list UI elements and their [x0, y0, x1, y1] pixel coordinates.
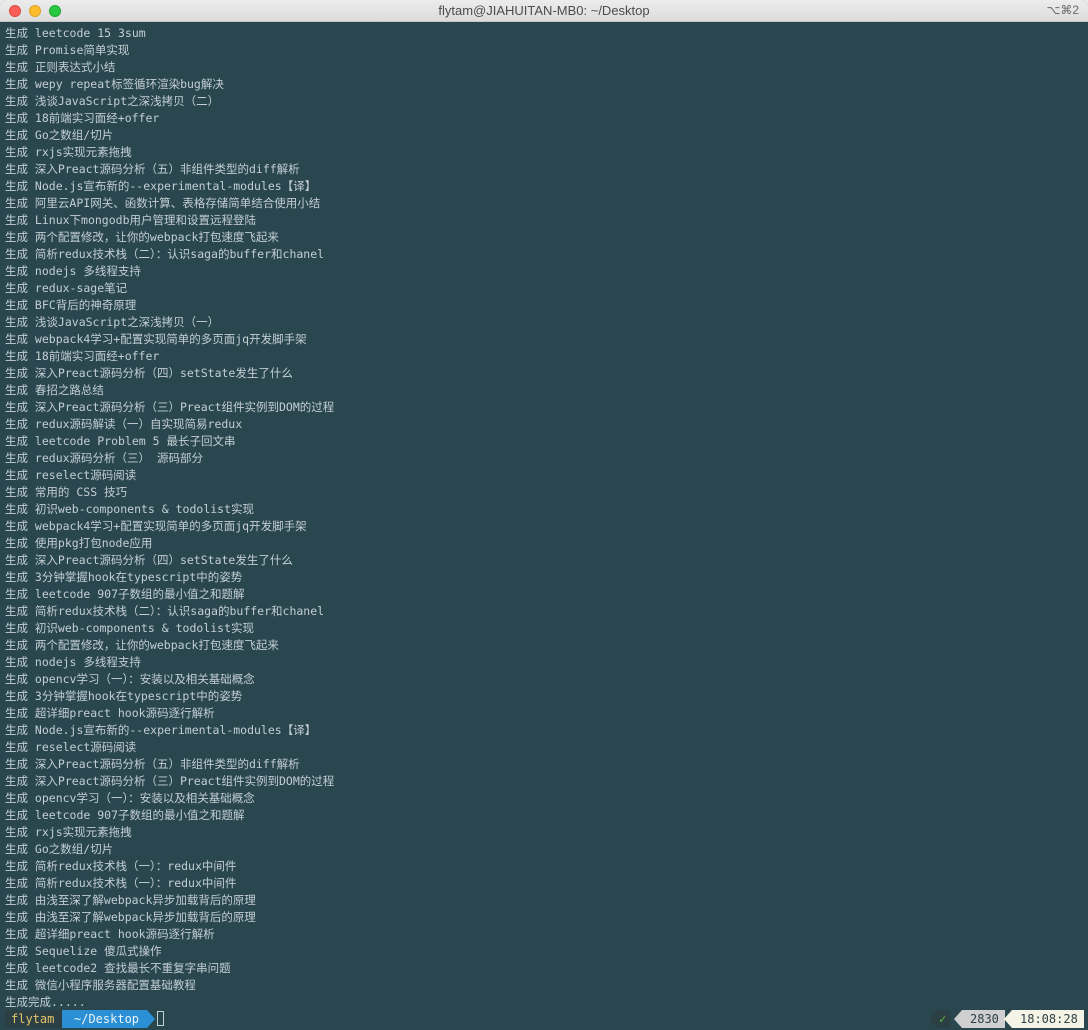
terminal-line: 生成 简析redux技术栈（一）：redux中间件: [5, 876, 237, 890]
terminal-line: 生成 opencv学习（一）：安装以及相关基础概念: [5, 791, 255, 805]
terminal-line: 生成 BFC背后的神奇原理: [5, 298, 137, 312]
terminal-line: 生成 Node.js宣布新的--experimental-modules【译】: [5, 723, 317, 737]
terminal-line: 生成 阿里云API网关、函数计算、表格存储简单结合使用小结: [5, 196, 321, 210]
terminal-line: 生成 rxjs实现元素拖拽: [5, 825, 132, 839]
history-count-segment: 2830: [954, 1010, 1005, 1028]
terminal-line: 生成 初识web-components & todolist实现: [5, 502, 255, 516]
terminal-line: 生成 Linux下mongodb用户管理和设置远程登陆: [5, 213, 257, 227]
terminal-line: 生成 3分钟掌握hook在typescript中的姿势: [5, 570, 243, 584]
terminal-line: 生成 简析redux技术栈（一）：redux中间件: [5, 859, 237, 873]
terminal-line: 生成 18前端实习面经+offer: [5, 111, 160, 125]
terminal-line: 生成 opencv学习（一）：安装以及相关基础概念: [5, 672, 255, 686]
terminal-line: 生成 深入Preact源码分析（三）Preact组件实例到DOM的过程: [5, 774, 335, 788]
window-shortcut: ⌥⌘2: [1046, 3, 1079, 17]
terminal-line: 生成 webpack4学习+配置实现简单的多页面jq开发脚手架: [5, 519, 307, 533]
terminal-line: 生成 wepy repeat标签循环渲染bug解决: [5, 77, 224, 91]
terminal-line: 生成 由浅至深了解webpack异步加载背后的原理: [5, 910, 256, 924]
prompt-user-segment: flytam: [5, 1010, 70, 1028]
window-title: flytam@JIAHUITAN-MB0: ~/Desktop: [438, 3, 650, 18]
terminal-line: 生成 nodejs 多线程支持: [5, 655, 141, 669]
text-cursor[interactable]: [157, 1011, 164, 1026]
terminal-line: 生成 超详细preact hook源码逐行解析: [5, 706, 215, 720]
terminal-line: 生成 微信小程序服务器配置基础教程: [5, 978, 196, 992]
prompt-directory-segment: ~/Desktop: [62, 1010, 156, 1028]
terminal-line: 生成 3分钟掌握hook在typescript中的姿势: [5, 689, 243, 703]
terminal-line: 生成 Go之数组/切片: [5, 842, 114, 856]
terminal-line: 生成 Sequelize 傻瓜式操作: [5, 944, 162, 958]
terminal-line: 生成 nodejs 多线程支持: [5, 264, 141, 278]
terminal-line: 生成 webpack4学习+配置实现简单的多页面jq开发脚手架: [5, 332, 307, 346]
terminal-line: 生成完成.....: [5, 995, 86, 1009]
shell-prompt[interactable]: flytam ~/Desktop ✓ 2830 18:08:28: [0, 1010, 1088, 1028]
terminal-line: 生成 常用的 CSS 技巧: [5, 485, 128, 499]
terminal-line: 生成 浅谈JavaScript之深浅拷贝（二）: [5, 94, 220, 108]
terminal-line: 生成 深入Preact源码分析（五）非组件类型的diff解析: [5, 162, 300, 176]
terminal-line: 生成 redux源码解读（一）自实现简易redux: [5, 417, 243, 431]
terminal-line: 生成 redux-sage笔记: [5, 281, 128, 295]
terminal-line: 生成 redux源码分析（三） 源码部分: [5, 451, 203, 465]
terminal-line: 生成 浅谈JavaScript之深浅拷贝（一）: [5, 315, 220, 329]
terminal-line: 生成 两个配置修改，让你的webpack打包速度飞起来: [5, 230, 279, 244]
terminal-line: 生成 reselect源码阅读: [5, 740, 137, 754]
terminal-window: flytam@JIAHUITAN-MB0: ~/Desktop ⌥⌘2 生成 l…: [0, 0, 1088, 1030]
terminal-line: 生成 leetcode 15 3sum: [5, 26, 146, 40]
terminal-line: 生成 由浅至深了解webpack异步加载背后的原理: [5, 893, 256, 907]
terminal-line: 生成 深入Preact源码分析（四）setState发生了什么: [5, 366, 293, 380]
terminal-line: 生成 leetcode Problem 5 最长子回文串: [5, 434, 236, 448]
terminal-line: 生成 18前端实习面经+offer: [5, 349, 160, 363]
terminal-line: 生成 rxjs实现元素拖拽: [5, 145, 132, 159]
terminal-line: 生成 Promise简单实现: [5, 43, 130, 57]
prompt-status-segment: ✓: [928, 1010, 951, 1028]
terminal-line: 生成 初识web-components & todolist实现: [5, 621, 255, 635]
terminal-line: 生成 leetcode 907子数组的最小值之和题解: [5, 808, 245, 822]
terminal-line: 生成 正则表达式小结: [5, 60, 116, 74]
terminal-line: 生成 简析redux技术栈（二）：认识saga的buffer和chanel: [5, 247, 325, 261]
terminal-line: 生成 简析redux技术栈（二）：认识saga的buffer和chanel: [5, 604, 325, 618]
terminal-line: 生成 leetcode 907子数组的最小值之和题解: [5, 587, 245, 601]
terminal-line: 生成 leetcode2 查找最长不重复字串问题: [5, 961, 231, 975]
clock-segment: 18:08:28: [1004, 1010, 1084, 1028]
terminal-output[interactable]: 生成 leetcode 15 3sum 生成 Promise简单实现 生成 正则表达…: [5, 25, 1083, 1009]
terminal-line: 生成 超详细preact hook源码逐行解析: [5, 927, 215, 941]
terminal-line: 生成 Node.js宣布新的--experimental-modules【译】: [5, 179, 317, 193]
terminal-line: 生成 深入Preact源码分析（四）setState发生了什么: [5, 553, 293, 567]
terminal-line: 生成 两个配置修改，让你的webpack打包速度飞起来: [5, 638, 279, 652]
terminal-line: 生成 深入Preact源码分析（三）Preact组件实例到DOM的过程: [5, 400, 335, 414]
terminal-line: 生成 reselect源码阅读: [5, 468, 137, 482]
title-bar[interactable]: flytam@JIAHUITAN-MB0: ~/Desktop ⌥⌘2: [0, 0, 1088, 22]
terminal-line: 生成 使用pkg打包node应用: [5, 536, 153, 550]
terminal-line: 生成 深入Preact源码分析（五）非组件类型的diff解析: [5, 757, 300, 771]
terminal-line: 生成 Go之数组/切片: [5, 128, 114, 142]
terminal-line: 生成 春招之路总结: [5, 383, 104, 397]
